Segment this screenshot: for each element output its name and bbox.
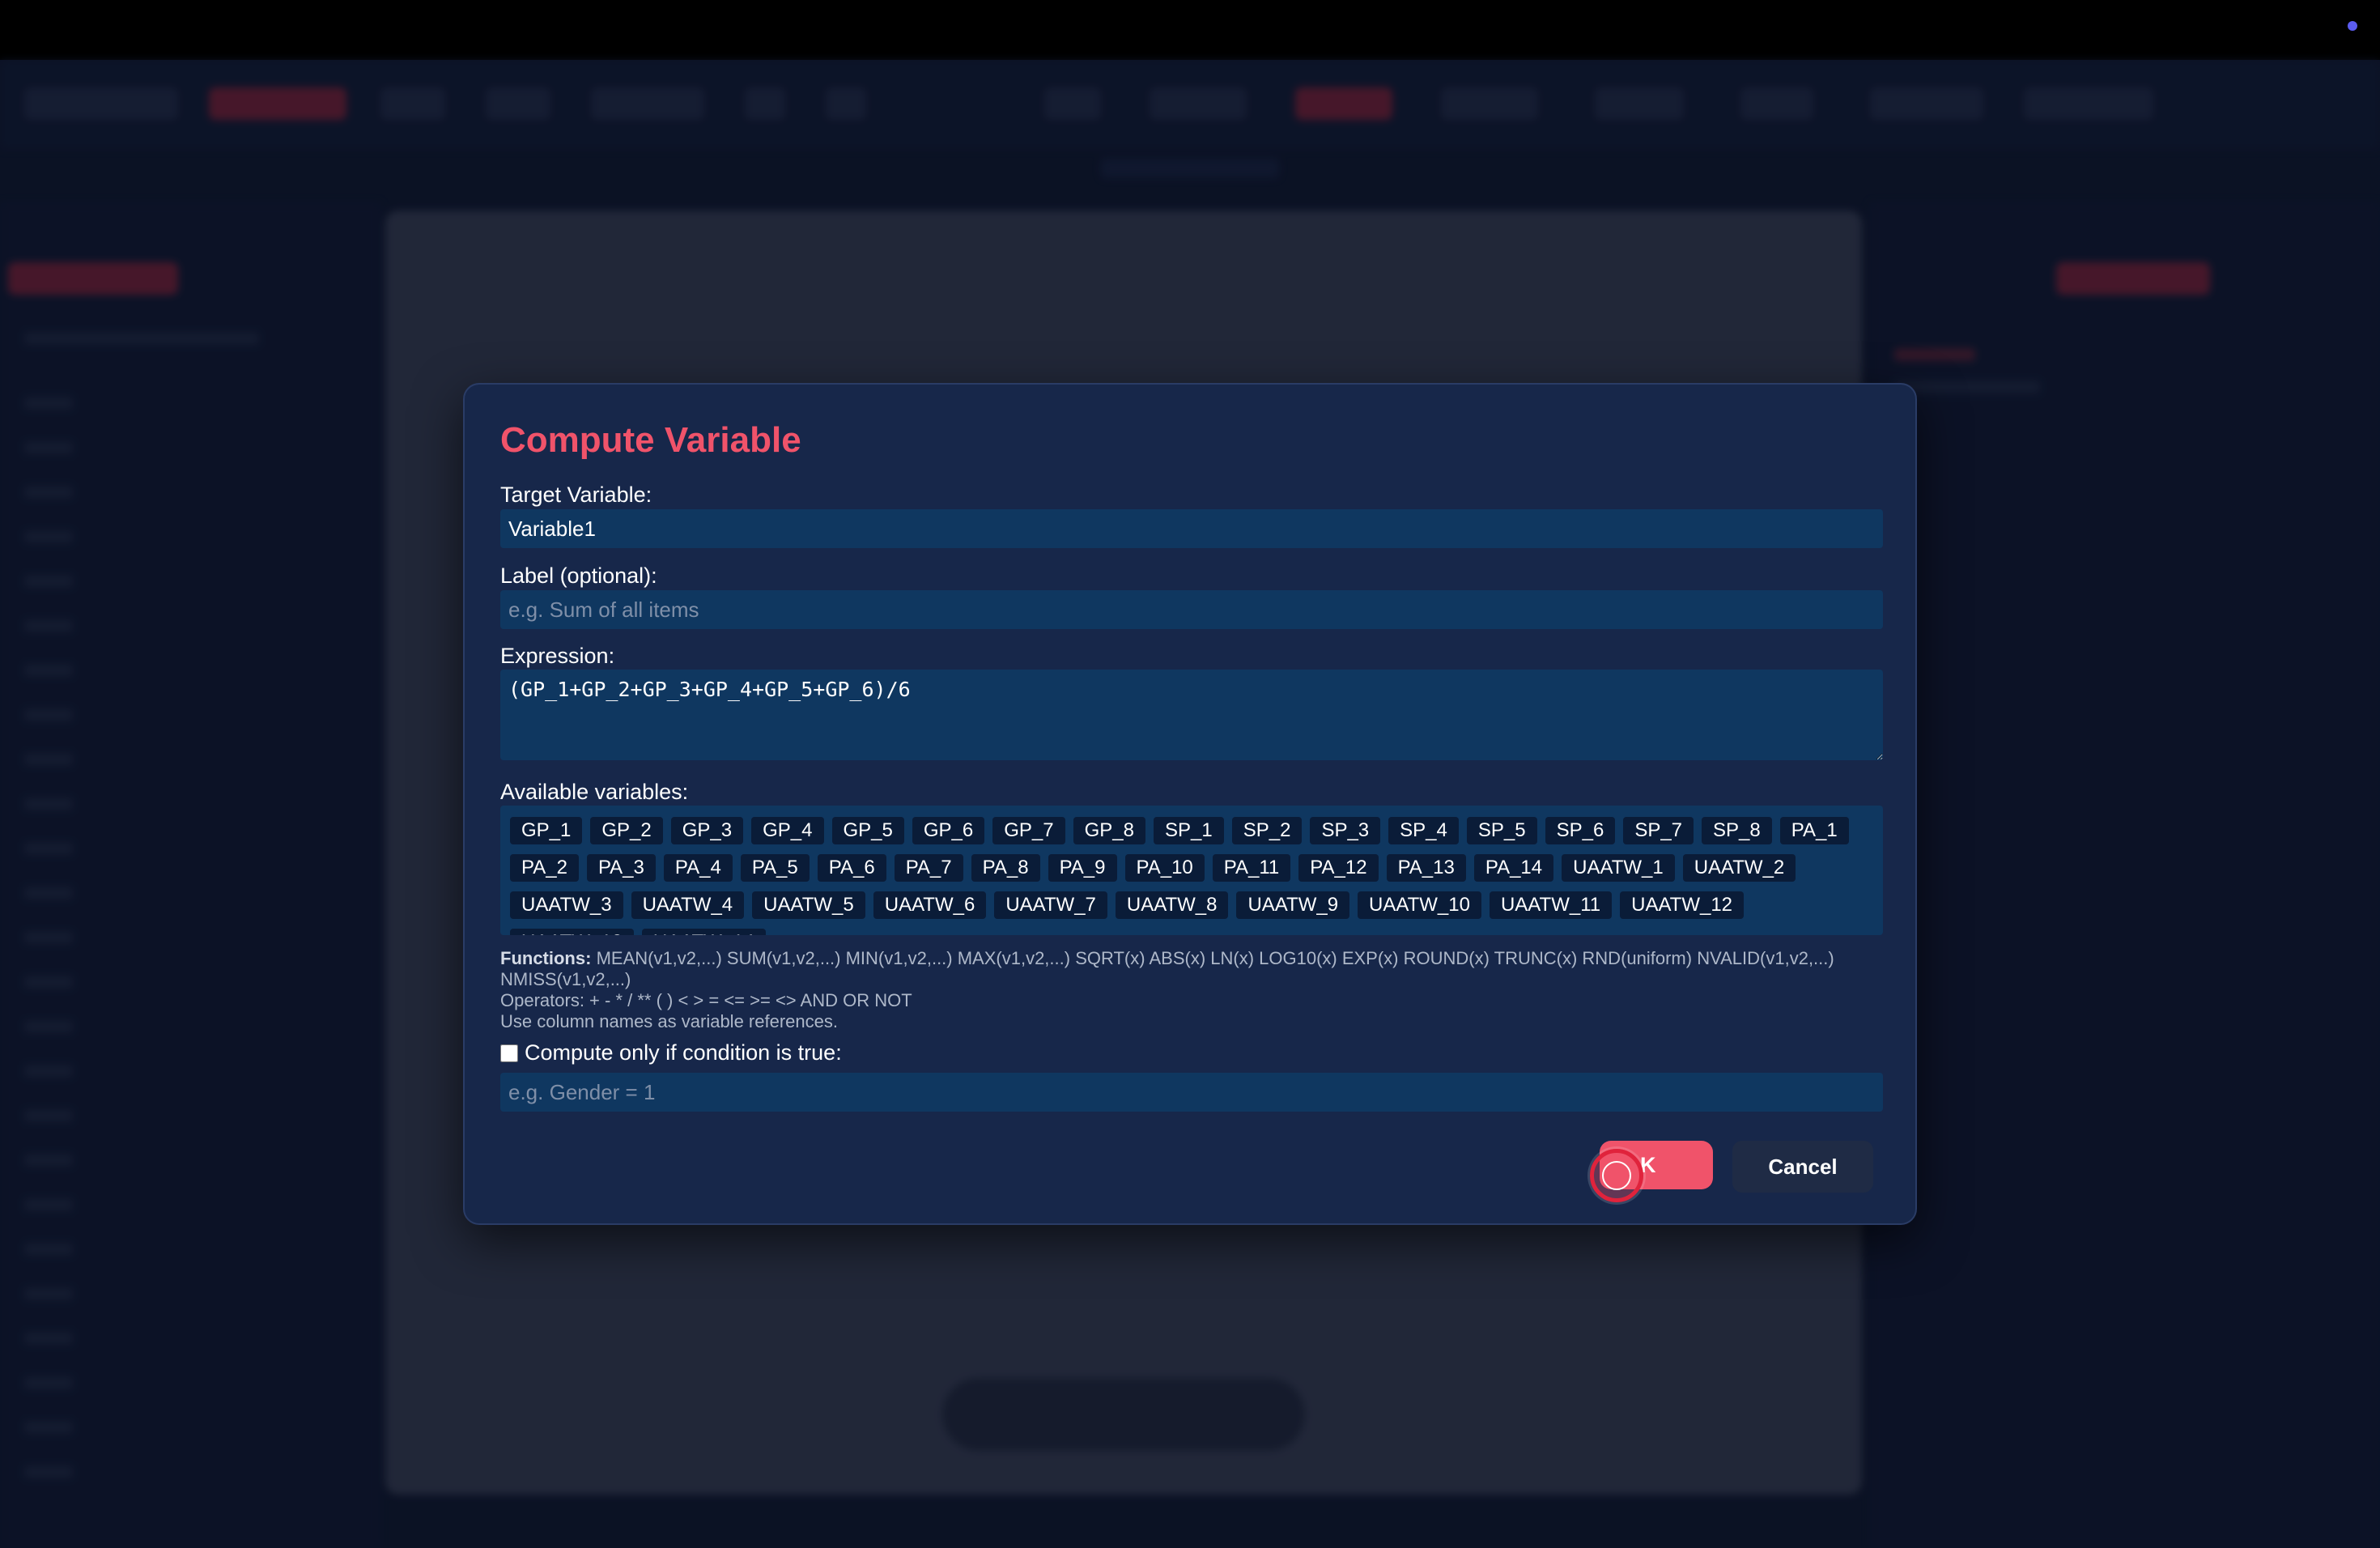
condition-input[interactable] — [500, 1073, 1883, 1112]
variable-chip[interactable]: GP_5 — [831, 817, 904, 844]
cancel-button[interactable]: Cancel — [1732, 1141, 1873, 1193]
variable-chip[interactable]: UAATW_14 — [641, 929, 766, 935]
variable-chip[interactable]: SP_8 — [1702, 817, 1772, 844]
variable-chip[interactable]: SP_7 — [1623, 817, 1694, 844]
variable-chip[interactable]: PA_5 — [740, 854, 810, 882]
variable-chip[interactable]: PA_1 — [1779, 817, 1849, 844]
expression-textarea[interactable]: (GP_1+GP_2+GP_3+GP_4+GP_5+GP_6)/6 — [500, 670, 1883, 760]
variable-chip[interactable]: PA_7 — [894, 854, 963, 882]
condition-checkbox[interactable] — [500, 1044, 518, 1062]
help-functions: Functions: MEAN(v1,v2,...) SUM(v1,v2,...… — [500, 948, 1883, 990]
variable-chip[interactable]: PA_2 — [510, 854, 579, 882]
label-optional-label: Label (optional): — [500, 563, 657, 588]
variable-chip[interactable]: SP_4 — [1388, 817, 1459, 844]
variable-chip[interactable]: SP_6 — [1545, 817, 1616, 844]
variable-chip[interactable]: UAATW_8 — [1115, 891, 1229, 919]
variable-chip[interactable]: SP_2 — [1231, 817, 1303, 844]
help-text: Functions: MEAN(v1,v2,...) SUM(v1,v2,...… — [500, 948, 1883, 1032]
help-operators: Operators: + - * / ** ( ) < > = <= >= <>… — [500, 990, 912, 1010]
variable-chip[interactable]: GP_4 — [751, 817, 824, 844]
top-bar — [0, 0, 2380, 60]
variable-chip[interactable]: SP_3 — [1310, 817, 1381, 844]
variable-chip[interactable]: GP_1 — [510, 817, 583, 844]
variable-chip[interactable]: PA_8 — [971, 854, 1040, 882]
variable-chip[interactable]: UAATW_5 — [752, 891, 865, 919]
variable-chip[interactable]: UAATW_10 — [1358, 891, 1481, 919]
target-variable-label: Target Variable: — [500, 483, 652, 507]
variable-chip[interactable]: GP_6 — [912, 817, 985, 844]
variable-chip[interactable]: GP_3 — [670, 817, 744, 844]
variable-chip[interactable]: PA_11 — [1212, 854, 1291, 882]
click-indicator-icon — [1590, 1149, 1643, 1202]
target-variable-input[interactable] — [500, 509, 1883, 548]
variable-chip[interactable]: PA_13 — [1386, 854, 1466, 882]
variable-chip[interactable]: UAATW_6 — [873, 891, 987, 919]
label-input[interactable] — [500, 590, 1883, 629]
variable-chip[interactable]: GP_2 — [590, 817, 663, 844]
available-variables-label: Available variables: — [500, 780, 689, 804]
variable-chip[interactable]: PA_12 — [1298, 854, 1379, 882]
variable-chip[interactable]: PA_3 — [586, 854, 656, 882]
status-dot-icon — [2348, 21, 2357, 31]
variable-chip[interactable]: PA_9 — [1048, 854, 1117, 882]
dialog-title: Compute Variable — [500, 420, 801, 460]
compute-variable-dialog: Compute Variable Target Variable: Label … — [463, 383, 1917, 1225]
expression-label: Expression: — [500, 644, 615, 668]
help-functions-title: Functions: — [500, 948, 592, 968]
help-columns: Use column names as variable references. — [500, 1011, 838, 1031]
variable-chip[interactable]: UAATW_3 — [510, 891, 623, 919]
condition-label: Compute only if condition is true: — [525, 1040, 842, 1065]
variable-chip[interactable]: UAATW_11 — [1489, 891, 1613, 919]
variable-chip[interactable]: PA_10 — [1124, 854, 1205, 882]
variable-chip[interactable]: GP_7 — [992, 817, 1065, 844]
variable-chips: GP_1 GP_2 GP_3 GP_4 GP_5 GP_6 GP_7 GP_8 SP_1 SP_2… — [510, 817, 1873, 935]
variable-chip[interactable]: PA_14 — [1473, 854, 1554, 882]
available-variables-list[interactable]: GP_1 GP_2 GP_3 GP_4 GP_5 GP_6 GP_7 GP_8 SP_1 SP_2… — [500, 806, 1883, 935]
variable-chip[interactable]: UAATW_7 — [994, 891, 1107, 919]
variable-chip[interactable]: SP_1 — [1154, 817, 1224, 844]
variable-chip[interactable]: UAATW_13 — [510, 929, 634, 935]
variable-chip[interactable]: UAATW_1 — [1562, 854, 1675, 882]
variable-chip[interactable]: UAATW_9 — [1236, 891, 1350, 919]
variable-chip[interactable]: UAATW_2 — [1682, 854, 1796, 882]
variable-chip[interactable]: PA_6 — [817, 854, 886, 882]
help-functions-text: MEAN(v1,v2,...) SUM(v1,v2,...) MIN(v1,v2… — [500, 948, 1834, 989]
variable-chip[interactable]: GP_8 — [1073, 817, 1145, 844]
variable-chip[interactable]: UAATW_4 — [631, 891, 745, 919]
cursor-inner-ring — [1602, 1161, 1631, 1190]
condition-row: Compute only if condition is true: — [500, 1040, 842, 1065]
variable-chip[interactable]: PA_4 — [663, 854, 733, 882]
variable-chip[interactable]: SP_5 — [1466, 817, 1537, 844]
variable-chip[interactable]: UAATW_12 — [1620, 891, 1745, 919]
